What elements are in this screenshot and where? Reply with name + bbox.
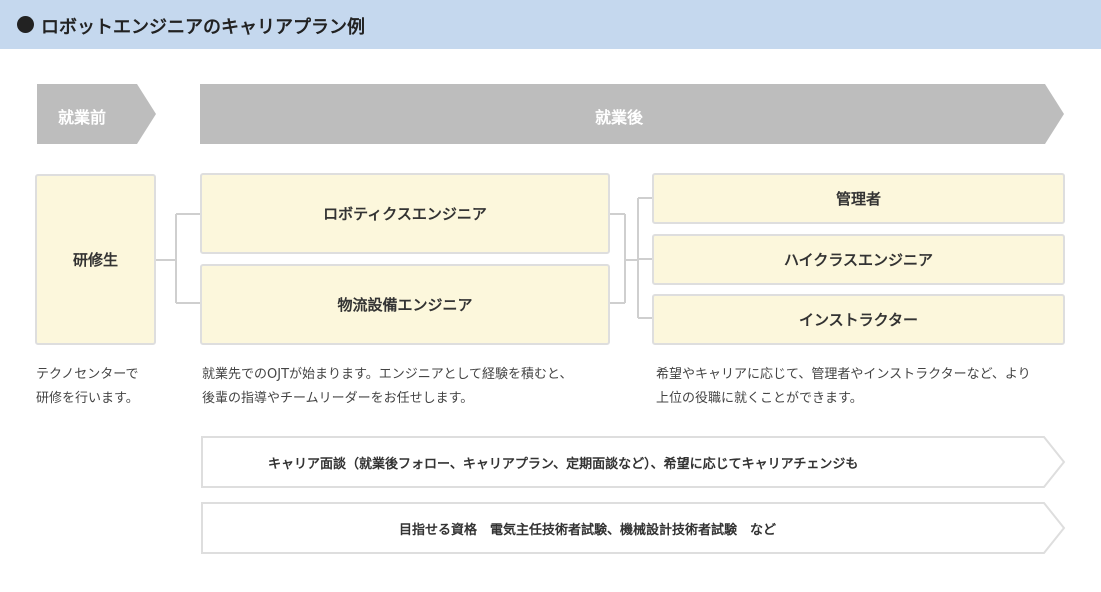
banner-career-interview: キャリア面談（就業後フォロー、キャリアプラン、定期面談など）、希望に応じてキャリ… xyxy=(268,457,859,472)
banner-qualifications: 目指せる資格 電気主任技術者試験、機械設計技術者試験 など xyxy=(399,523,777,538)
banner-arrows xyxy=(201,436,1066,554)
